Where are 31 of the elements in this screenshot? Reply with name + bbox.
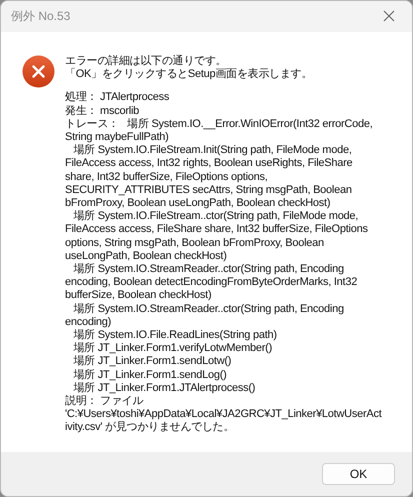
detail-line: トレース： 場所 System.IO.__Error.WinIOError(Int32 errorCode,: [65, 118, 374, 132]
message-line: エラーの詳細は以下の通りです。: [65, 55, 228, 68]
error-icon: [22, 55, 55, 88]
detail-line: 発生： mscorlib: [65, 104, 140, 118]
detail-line: 場所 System.IO.FileStream.Init(String path, FileMode mode,: [72, 144, 353, 158]
detail-line: 場所 System.IO.FileStream..ctor(String path, FileMode mode,: [72, 210, 360, 224]
message-line: 「OK」をクリックするとSetup画面を表示します。: [65, 68, 314, 82]
detail-line: 処理： JTAlertprocess: [65, 91, 170, 105]
detail-line: options, String msgPath, Boolean bFromProxy, Boolean: [65, 236, 325, 250]
detail-line: 説明： ファイル: [65, 395, 144, 408]
detail-line: 場所 System.IO.StreamReader..ctor(String path, Encoding: [72, 263, 345, 276]
detail-line: bFromProxy, Boolean useLongPath, Boolean checkHost): [65, 197, 332, 210]
detail-line: ivity.csv' が見つかりませんでした。: [65, 421, 236, 435]
detail-line: 場所 JT_Linker.Form1.sendLotw(): [72, 355, 232, 369]
detail-line: String maybeFullPath): [65, 131, 170, 144]
detail-line: 場所 JT_Linker.Form1.JTAlertprocess(): [72, 382, 256, 395]
detail-line: encoding, Boolean detectEncodingFromByteOrderMarks, Int32: [65, 276, 358, 290]
detail-line: encoding): [65, 316, 112, 329]
detail-line: FileAccess access, FileShare share, Int32 bufferSize, FileOptions: [65, 223, 369, 237]
detail-line: FileAccess access, Int32 rights, Boolean useRights, FileShare: [65, 157, 354, 171]
detail-line: 場所 System.IO.File.ReadLines(String path): [72, 329, 278, 342]
window-title: 例外 No.53: [11, 8, 70, 25]
detail-line: share, Int32 bufferSize, FileOptions options,: [65, 170, 269, 184]
detail-line: useLongPath, Boolean checkHost): [65, 250, 228, 263]
detail-line: bufferSize, Boolean checkHost): [65, 289, 212, 303]
detail-line: 場所 JT_Linker.Form1.verifyLotwMember(): [72, 342, 273, 355]
detail-line: SECURITY_ATTRIBUTES secAttrs, String msgPath, Boolean: [65, 184, 353, 198]
detail-line: 'C:¥Users¥toshi¥AppData¥Local¥JA2GRC¥JT_Linker¥LotwUserAct: [65, 408, 382, 421]
detail-line: 場所 JT_Linker.Form1.sendLog(): [72, 368, 228, 382]
detail-line: 場所 System.IO.StreamReader..ctor(String path, Encoding: [72, 302, 345, 316]
ok-button[interactable]: OK: [322, 463, 395, 485]
